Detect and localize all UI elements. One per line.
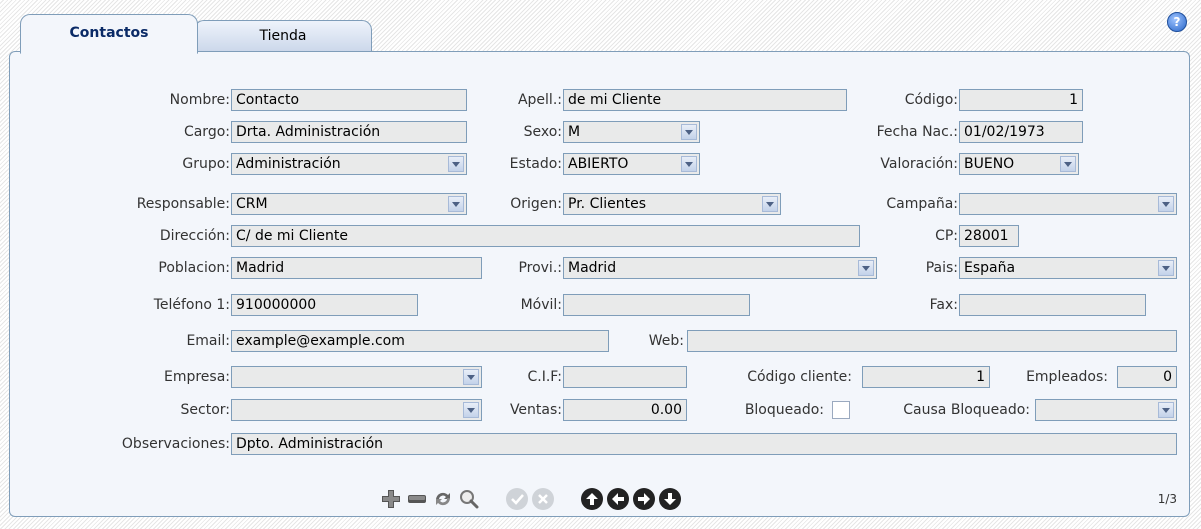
- tab-tienda-label: Tienda: [259, 28, 307, 44]
- ventas-label: Ventas:: [509, 402, 562, 418]
- sector-label: Sector:: [180, 402, 230, 418]
- refresh-icon[interactable]: [432, 488, 454, 510]
- observaciones-field[interactable]: Dpto. Administración: [231, 433, 1177, 455]
- origen-select[interactable]: Pr. Clientes: [563, 193, 781, 215]
- campana-label: Campaña:: [886, 196, 958, 212]
- arrow-up-icon[interactable]: [581, 488, 603, 510]
- estado-label: Estado:: [509, 156, 562, 172]
- search-icon[interactable]: [458, 488, 480, 510]
- arrow-left-icon[interactable]: [607, 488, 629, 510]
- apell-label: Apell.:: [517, 92, 562, 108]
- chevron-down-icon[interactable]: [1158, 260, 1174, 276]
- pais-label: Pais:: [925, 260, 958, 276]
- fax-field[interactable]: [959, 294, 1146, 316]
- arrow-right-icon[interactable]: [633, 488, 655, 510]
- add-icon[interactable]: [380, 488, 402, 510]
- campana-select[interactable]: [959, 193, 1177, 215]
- codigo-field[interactable]: 1: [959, 89, 1083, 111]
- nombre-field[interactable]: Contacto: [231, 89, 467, 111]
- remove-icon[interactable]: [406, 488, 428, 510]
- responsable-label: Responsable:: [136, 196, 230, 212]
- confirm-icon: [506, 488, 528, 510]
- pais-value: España: [964, 260, 1016, 276]
- telefono1-label: Teléfono 1:: [153, 297, 230, 313]
- empleados-label: Empleados:: [1026, 369, 1108, 385]
- sexo-select[interactable]: M: [563, 121, 700, 143]
- observaciones-label: Observaciones:: [121, 436, 230, 452]
- valoracion-value: BUENO: [964, 156, 1015, 172]
- grupo-value: Administración: [236, 156, 341, 172]
- responsable-select[interactable]: CRM: [231, 193, 467, 215]
- email-field[interactable]: example@example.com: [231, 330, 609, 352]
- causa-bloqueado-label: Causa Bloqueado:: [903, 402, 1030, 418]
- chevron-down-icon[interactable]: [463, 369, 479, 385]
- web-field[interactable]: [687, 330, 1177, 352]
- cp-field[interactable]: 28001: [959, 225, 1019, 247]
- responsable-value: CRM: [236, 196, 268, 212]
- nombre-label: Nombre:: [169, 92, 230, 108]
- origen-value: Pr. Clientes: [568, 196, 647, 212]
- valoracion-select[interactable]: BUENO: [959, 153, 1079, 175]
- record-pager: 1/3: [1157, 492, 1177, 506]
- chevron-down-icon[interactable]: [681, 156, 697, 172]
- cancel-icon: [532, 488, 554, 510]
- origen-label: Origen:: [510, 196, 562, 212]
- chevron-down-icon[interactable]: [1158, 402, 1174, 418]
- cp-label: CP:: [935, 228, 958, 244]
- empresa-label: Empresa:: [163, 369, 230, 385]
- cif-field[interactable]: [563, 366, 687, 388]
- pais-select[interactable]: España: [959, 257, 1177, 279]
- provi-label: Provi.:: [518, 260, 562, 276]
- email-label: Email:: [186, 333, 230, 349]
- help-icon[interactable]: ?: [1167, 12, 1187, 32]
- chevron-down-icon[interactable]: [681, 124, 697, 140]
- codigo-label: Código:: [904, 92, 958, 108]
- movil-field[interactable]: [563, 294, 750, 316]
- fecha-nac-label: Fecha Nac.:: [876, 124, 958, 140]
- fax-label: Fax:: [929, 297, 958, 313]
- fecha-nac-field[interactable]: 01/02/1973: [959, 121, 1083, 143]
- codigo-cliente-label: Código cliente:: [747, 369, 852, 385]
- sexo-value: M: [568, 124, 581, 140]
- provi-value: Madrid: [568, 260, 617, 276]
- chevron-down-icon[interactable]: [762, 196, 778, 212]
- estado-select[interactable]: ABIERTO: [563, 153, 700, 175]
- arrow-down-icon[interactable]: [659, 488, 681, 510]
- sexo-label: Sexo:: [523, 124, 562, 140]
- cif-label: C.I.F:: [527, 369, 563, 385]
- grupo-label: Grupo:: [182, 156, 230, 172]
- chevron-down-icon[interactable]: [1060, 156, 1076, 172]
- empleados-field[interactable]: 0: [1117, 366, 1177, 388]
- telefono1-field[interactable]: 910000000: [231, 294, 418, 316]
- web-label: Web:: [648, 333, 684, 349]
- poblacion-field[interactable]: Madrid: [231, 257, 482, 279]
- tab-contactos-label: Contactos: [69, 25, 149, 41]
- apell-field[interactable]: de mi Cliente: [563, 89, 847, 111]
- poblacion-label: Poblacion:: [158, 260, 230, 276]
- cargo-field[interactable]: Drta. Administración: [231, 121, 467, 143]
- valoracion-label: Valoración:: [880, 156, 958, 172]
- chevron-down-icon[interactable]: [1158, 196, 1174, 212]
- chevron-down-icon[interactable]: [463, 402, 479, 418]
- ventas-field[interactable]: 0.00: [563, 399, 687, 421]
- tab-tienda[interactable]: Tienda: [194, 20, 372, 52]
- provi-select[interactable]: Madrid: [563, 257, 877, 279]
- direccion-label: Dirección:: [159, 228, 230, 244]
- grupo-select[interactable]: Administración: [231, 153, 467, 175]
- causa-bloqueado-select[interactable]: [1035, 399, 1177, 421]
- empresa-select[interactable]: [231, 366, 482, 388]
- bloqueado-checkbox[interactable]: [832, 401, 850, 419]
- movil-label: Móvil:: [520, 297, 562, 313]
- sector-select[interactable]: [231, 399, 482, 421]
- contact-form-panel: Nombre: Contacto Apell.: de mi Cliente C…: [9, 51, 1190, 517]
- codigo-cliente-field[interactable]: 1: [862, 366, 990, 388]
- estado-value: ABIERTO: [568, 156, 629, 172]
- bloqueado-label: Bloqueado:: [744, 402, 824, 418]
- cargo-label: Cargo:: [183, 124, 230, 140]
- direccion-field[interactable]: C/ de mi Cliente: [231, 225, 860, 247]
- tab-contactos[interactable]: Contactos: [20, 14, 198, 54]
